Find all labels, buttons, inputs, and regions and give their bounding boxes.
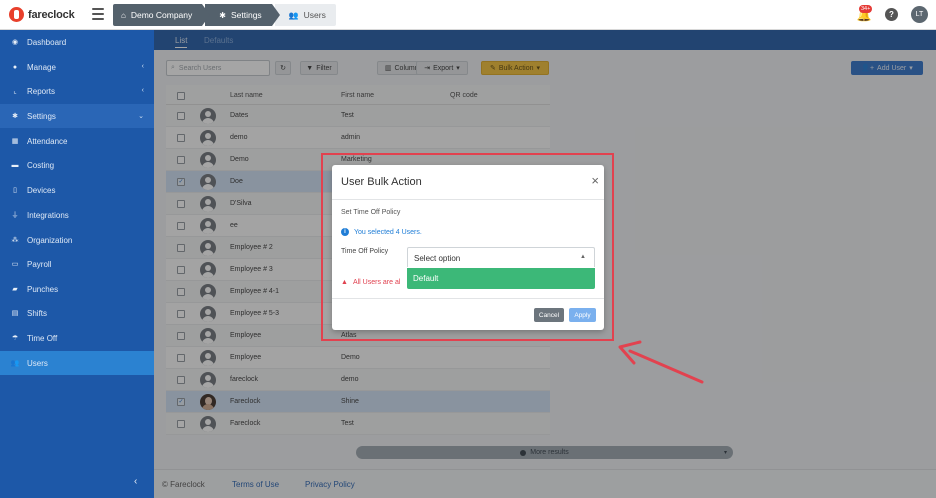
money-icon: ▭ bbox=[11, 261, 19, 268]
attendance-icon: ▦ bbox=[11, 138, 19, 145]
time-off-policy-label: Time Off Policy bbox=[341, 248, 389, 255]
breadcrumb-settings[interactable]: ✱ Settings bbox=[205, 4, 281, 26]
top-bar: fareclock ⌂ Demo Company ✱ Settings 👥 Us… bbox=[0, 0, 936, 30]
users-icon: 👥 bbox=[10, 360, 20, 367]
plug-icon: ⏚ bbox=[11, 212, 19, 219]
sidebar-item-attendance[interactable]: ▦ Attendance bbox=[0, 129, 154, 153]
apply-button[interactable]: Apply bbox=[569, 308, 596, 322]
dropdown-option-default[interactable]: Default bbox=[407, 268, 595, 289]
modal-header: User Bulk Action × bbox=[332, 165, 604, 200]
breadcrumb-users: 👥 Users bbox=[274, 4, 336, 26]
menu-toggle-icon[interactable] bbox=[92, 8, 104, 20]
person-icon: ● bbox=[12, 63, 18, 71]
breadcrumb-company[interactable]: ⌂ Demo Company bbox=[113, 4, 211, 26]
modal-title: User Bulk Action bbox=[341, 176, 422, 188]
brand-logo[interactable]: fareclock bbox=[9, 7, 75, 22]
sidebar-item-time-off[interactable]: ☂ Time Off bbox=[0, 326, 154, 350]
car-icon: ▰ bbox=[12, 286, 18, 293]
sidebar-item-shifts[interactable]: ▤ Shifts bbox=[0, 301, 154, 325]
selection-info: i You selected 4 Users. bbox=[341, 228, 422, 236]
chevron-left-icon: ‹ bbox=[141, 63, 144, 70]
sidebar-item-integrations[interactable]: ⏚ Integrations bbox=[0, 203, 154, 227]
gear-icon: ✱ bbox=[12, 113, 18, 120]
sidebar-item-payroll[interactable]: ▭ Payroll bbox=[0, 252, 154, 276]
sidebar-item-reports[interactable]: ⌞ Reports ‹ bbox=[0, 79, 154, 103]
umbrella-icon: ☂ bbox=[11, 335, 19, 342]
sidebar: ◉ Dashboard ● Manage ‹ ⌞ Reports ‹ ✱ Settings ⌄… bbox=[0, 30, 154, 498]
help-button[interactable]: ? bbox=[885, 8, 898, 21]
org-icon: ⁂ bbox=[11, 237, 19, 244]
annotation-arrow-icon bbox=[618, 340, 704, 384]
warning-icon: ▲ bbox=[341, 279, 348, 286]
select-value: Select option bbox=[414, 254, 461, 263]
close-icon[interactable]: × bbox=[591, 174, 599, 188]
info-icon: i bbox=[341, 228, 349, 236]
sidebar-item-organization[interactable]: ⁂ Organization bbox=[0, 228, 154, 252]
bulk-action-modal: User Bulk Action × Set Time Off Policy i… bbox=[332, 165, 604, 330]
fareclock-logo-icon bbox=[9, 7, 24, 22]
dashboard-icon: ◉ bbox=[11, 39, 19, 46]
chart-icon: ⌞ bbox=[13, 88, 17, 95]
caret-up-icon: ▲ bbox=[580, 254, 586, 260]
user-avatar[interactable]: LT bbox=[911, 6, 928, 23]
cancel-button[interactable]: Cancel bbox=[534, 308, 564, 322]
sidebar-item-users[interactable]: 👥 Users bbox=[0, 351, 154, 375]
folder-icon: ▬ bbox=[11, 161, 19, 169]
action-label: Set Time Off Policy bbox=[341, 209, 401, 216]
chevron-left-icon: ‹ bbox=[141, 87, 144, 94]
sidebar-item-dashboard[interactable]: ◉ Dashboard bbox=[0, 30, 154, 54]
modal-footer: Cancel Apply bbox=[332, 298, 604, 330]
sidebar-item-settings[interactable]: ✱ Settings ⌄ bbox=[0, 104, 154, 128]
home-icon: ⌂ bbox=[121, 10, 126, 20]
calendar-icon: ▤ bbox=[11, 310, 19, 317]
tablet-icon: ▯ bbox=[13, 187, 17, 194]
notification-badge: 34+ bbox=[859, 4, 873, 13]
sidebar-item-devices[interactable]: ▯ Devices bbox=[0, 178, 154, 202]
notifications-button[interactable]: 🔔 34+ bbox=[856, 4, 873, 23]
chevron-down-icon: ⌄ bbox=[138, 113, 144, 120]
time-off-policy-select[interactable]: Select option ▲ bbox=[407, 247, 595, 267]
sidebar-item-punches[interactable]: ▰ Punches bbox=[0, 277, 154, 301]
sidebar-item-costing[interactable]: ▬ Costing bbox=[0, 153, 154, 177]
gear-icon: ✱ bbox=[219, 10, 226, 20]
sidebar-item-manage[interactable]: ● Manage ‹ bbox=[0, 55, 154, 79]
breadcrumb: ⌂ Demo Company ✱ Settings 👥 Users bbox=[113, 4, 339, 26]
sidebar-collapse-button[interactable]: ‹ bbox=[134, 476, 137, 487]
brand-name: fareclock bbox=[28, 8, 75, 21]
users-icon: 👥 bbox=[288, 10, 299, 20]
warning-message: ▲ All Users are al bbox=[341, 279, 401, 286]
